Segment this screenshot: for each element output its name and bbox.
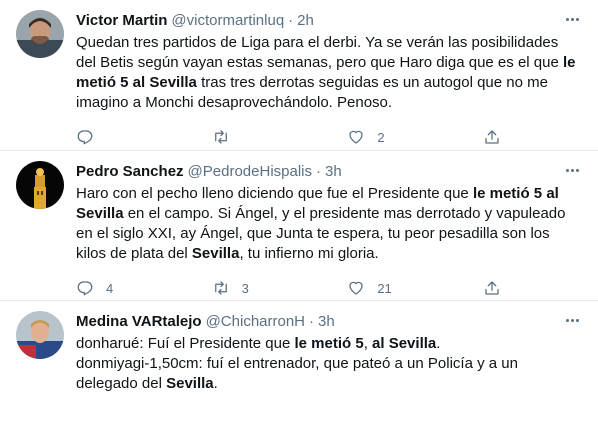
more-options-button[interactable]: [562, 313, 582, 327]
like-count: 21: [377, 280, 392, 296]
timestamp[interactable]: 3h: [318, 313, 335, 330]
reply-icon: [77, 130, 93, 145]
avatar[interactable]: [16, 311, 64, 359]
text-segment: .: [436, 335, 441, 352]
tweet-text: donharué: Fuí el Presidente que le metió…: [76, 334, 582, 394]
more-icon: [565, 17, 569, 21]
highlighted-text: al Sevilla: [372, 335, 437, 352]
text-segment: .: [213, 375, 218, 392]
more-options-button[interactable]: [562, 163, 582, 177]
retweet-icon: [214, 281, 227, 295]
more-icon: [565, 168, 569, 172]
avatar[interactable]: [16, 161, 64, 209]
text-segment: Haro con el pecho lleno diciendo que fue…: [76, 185, 473, 202]
timestamp[interactable]: 2h: [297, 12, 314, 29]
text-segment: Quedan tres partidos de Liga para el der…: [76, 34, 563, 71]
reply-icon: [77, 281, 93, 296]
tweet[interactable]: Medina VARtalejo @ChicharronH · 3h donha…: [0, 301, 598, 436]
user-handle[interactable]: @PedrodeHispalis: [188, 163, 312, 180]
tweet[interactable]: Pedro Sanchez @PedrodeHispalis · 3h Haro…: [0, 151, 598, 301]
like-button[interactable]: 2: [347, 128, 437, 146]
tweet-actions: 2: [76, 126, 501, 148]
user-handle[interactable]: @victormartinluq: [171, 12, 284, 29]
separator: ·: [309, 312, 315, 330]
like-count: 2: [377, 129, 385, 145]
reply-button[interactable]: 4: [76, 279, 166, 297]
tweet-text: Quedan tres partidos de Liga para el der…: [76, 33, 582, 113]
text-segment: donmiyagi-1,50cm: fuí el entrenador, que…: [76, 355, 518, 392]
text-segment: , tu infierno mi gloria.: [239, 245, 379, 262]
retweet-button[interactable]: [212, 128, 302, 146]
separator: ·: [316, 162, 321, 180]
display-name[interactable]: Victor Martin: [76, 12, 167, 29]
tweet[interactable]: Victor Martin @victormartinluq · 2h Qued…: [0, 0, 598, 151]
display-name[interactable]: Medina VARtalejo: [76, 313, 202, 330]
more-icon: [565, 318, 569, 322]
retweet-icon: [214, 130, 227, 144]
tweet-feed: Victor Martin @victormartinluq · 2h Qued…: [0, 0, 598, 436]
retweet-button[interactable]: 3: [212, 279, 302, 297]
separator: ·: [288, 11, 294, 29]
share-icon: [485, 281, 499, 295]
retweet-count: 3: [241, 280, 249, 296]
highlighted-text: le metió 5: [294, 335, 364, 352]
tweet-actions: 4 3 21: [76, 277, 501, 299]
share-icon: [485, 130, 499, 144]
avatar[interactable]: [16, 10, 64, 58]
text-segment: ,: [363, 335, 373, 352]
timestamp[interactable]: 3h: [325, 163, 342, 180]
display-name[interactable]: Pedro Sanchez: [76, 163, 184, 180]
text-segment: donharué: Fuí el Presidente que: [76, 335, 295, 352]
share-button[interactable]: [483, 128, 501, 146]
highlighted-text: Sevilla: [191, 245, 240, 262]
more-options-button[interactable]: [562, 12, 582, 26]
highlighted-text: Sevilla: [166, 375, 214, 392]
share-button[interactable]: [483, 279, 501, 297]
like-button[interactable]: 21: [347, 279, 437, 297]
heart-icon: [349, 130, 363, 144]
reply-button[interactable]: [76, 128, 166, 146]
tweet-text: Haro con el pecho lleno diciendo que fue…: [76, 184, 582, 264]
user-handle[interactable]: @ChicharronH: [206, 313, 305, 330]
reply-count: 4: [106, 280, 114, 296]
heart-icon: [349, 281, 363, 295]
